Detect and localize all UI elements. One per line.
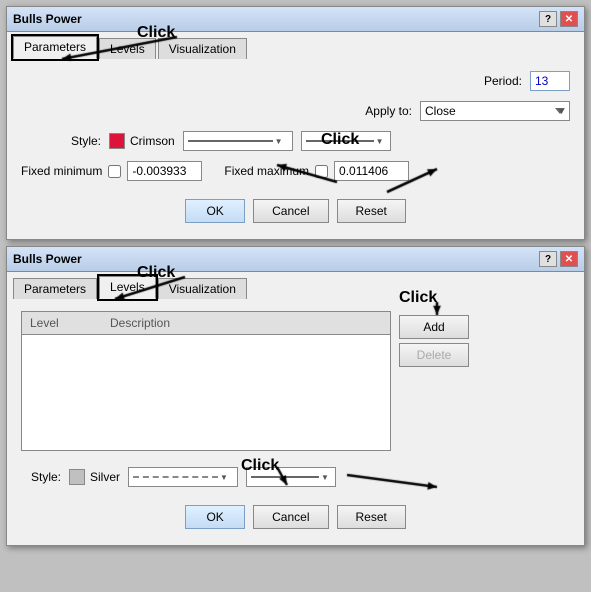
titlebar-2: Bulls Power ? ✕	[7, 247, 584, 272]
tab-levels-1[interactable]: Levels	[99, 38, 156, 59]
fixed-max-checkbox[interactable]	[315, 165, 328, 178]
tab-parameters-1[interactable]: Parameters	[13, 36, 97, 59]
line-dropdown-arrow-1: ▼	[275, 137, 283, 146]
fixed-max-value[interactable]	[334, 161, 409, 181]
apply-select[interactable]: Close Open High Low	[420, 101, 570, 121]
line-style-box-1[interactable]: ▼	[183, 131, 293, 151]
cancel-button-2[interactable]: Cancel	[253, 505, 328, 529]
levels-section: Level Description Click Add Delete	[21, 311, 570, 459]
dialog-bulls-power-2: Bulls Power ? ✕ Click Parameters Levels …	[6, 246, 585, 546]
line-style-solid-2[interactable]: ▼	[246, 467, 336, 487]
levels-header: Level Description	[22, 312, 390, 335]
period-row: Period:	[21, 71, 570, 91]
line-style-box-2[interactable]: ▼	[301, 131, 391, 151]
tab-visualization-1[interactable]: Visualization	[158, 38, 247, 59]
levels-body[interactable]	[22, 335, 390, 445]
color-box-2[interactable]	[69, 469, 85, 485]
style-row-2: Style: Silver ▼ ▼	[21, 467, 570, 487]
levels-col-desc: Description	[102, 314, 390, 332]
button-row-2: OK Cancel Reset	[21, 497, 570, 533]
style-label-1: Style:	[21, 134, 101, 148]
style-row-1: Style: Crimson ▼ ▼	[21, 131, 570, 151]
style-label-2: Style:	[21, 470, 61, 484]
tab-visualization-2[interactable]: Visualization	[158, 278, 247, 299]
color-name-2: Silver	[90, 470, 120, 484]
dialog-title-1: Bulls Power	[13, 12, 82, 26]
help-button-1[interactable]: ?	[539, 11, 557, 27]
period-input[interactable]	[530, 71, 570, 91]
close-button-1[interactable]: ✕	[560, 11, 578, 27]
fixed-row: Fixed minimum Fixed maximum	[21, 161, 570, 181]
dialog-title-2: Bulls Power	[13, 252, 82, 266]
ok-button-2[interactable]: OK	[185, 505, 245, 529]
period-label: Period:	[442, 74, 522, 88]
tab-bar-1: Parameters Levels Visualization	[7, 32, 584, 59]
fixed-min-value[interactable]	[127, 161, 202, 181]
close-button-2[interactable]: ✕	[560, 251, 578, 267]
color-name-1: Crimson	[130, 134, 175, 148]
fixed-min-checkbox[interactable]	[108, 165, 121, 178]
levels-col-level: Level	[22, 314, 102, 332]
line-dashed-arrow-1: ▼	[220, 473, 228, 482]
dialog-bulls-power-1: Bulls Power ? ✕ Click Parameters Levels …	[6, 6, 585, 240]
color-box-1[interactable]	[109, 133, 125, 149]
apply-select-wrapper: Close Open High Low	[420, 101, 570, 121]
titlebar-buttons-1: ? ✕	[539, 11, 578, 27]
apply-label: Apply to:	[365, 104, 412, 118]
ok-button-1[interactable]: OK	[185, 199, 245, 223]
button-row-1: OK Cancel Reset	[21, 191, 570, 227]
levels-buttons: Click Add Delete	[399, 311, 469, 367]
cancel-button-1[interactable]: Cancel	[253, 199, 328, 223]
line-solid-arrow-2: ▼	[321, 473, 329, 482]
dialog-content-2: Level Description Click Add Delete	[7, 299, 584, 545]
delete-button[interactable]: Delete	[399, 343, 469, 367]
line-style-dashed-1[interactable]: ▼	[128, 467, 238, 487]
titlebar-1: Bulls Power ? ✕	[7, 7, 584, 32]
fixed-min-label: Fixed minimum	[21, 164, 102, 178]
apply-row: Apply to: Close Open High Low	[21, 101, 570, 121]
titlebar-buttons-2: ? ✕	[539, 251, 578, 267]
line-dropdown-arrow-2: ▼	[376, 137, 384, 146]
levels-table: Level Description	[21, 311, 391, 451]
reset-button-1[interactable]: Reset	[337, 199, 406, 223]
help-button-2[interactable]: ?	[539, 251, 557, 267]
tab-parameters-2[interactable]: Parameters	[13, 278, 97, 299]
add-button[interactable]: Add	[399, 315, 469, 339]
fixed-max-label: Fixed maximum	[224, 164, 309, 178]
reset-button-2[interactable]: Reset	[337, 505, 406, 529]
tab-bar-2: Parameters Levels Visualization	[7, 272, 584, 299]
tab-levels-2[interactable]: Levels	[99, 276, 156, 299]
dialog-content-1: Period: Apply to: Close Open High Low St…	[7, 59, 584, 239]
